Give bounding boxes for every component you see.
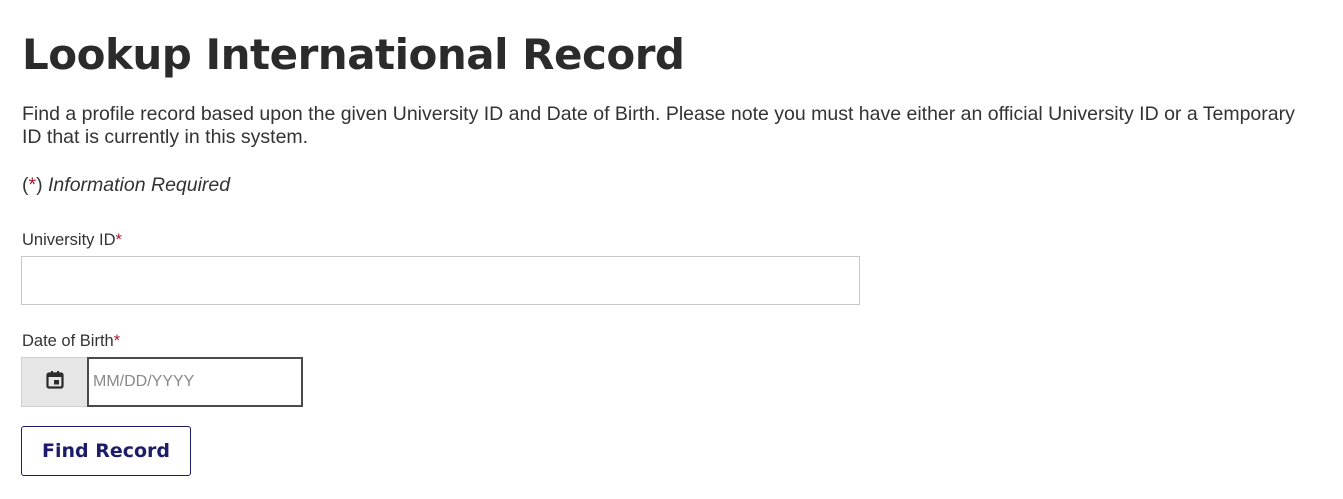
university-id-required-marker: * xyxy=(115,231,122,249)
university-id-input[interactable] xyxy=(21,256,860,305)
date-of-birth-required-marker: * xyxy=(113,332,121,350)
date-of-birth-input[interactable] xyxy=(87,357,303,407)
university-id-label-text: University ID xyxy=(22,231,116,249)
required-note-text: Information Required xyxy=(48,174,231,196)
required-note-close-paren: ) xyxy=(36,174,43,196)
required-asterisk: * xyxy=(28,174,37,196)
calendar-button[interactable] xyxy=(21,357,87,407)
date-of-birth-group xyxy=(21,357,303,407)
date-of-birth-label: Date of Birth* xyxy=(22,332,120,351)
find-record-button[interactable]: Find Record xyxy=(21,426,191,476)
page-title: Lookup International Record xyxy=(22,30,685,79)
lookup-page: Lookup International Record Find a profi… xyxy=(0,0,1343,499)
required-note: (*) Information Required xyxy=(22,174,230,197)
date-of-birth-label-text: Date of Birth xyxy=(22,332,114,350)
university-id-label: University ID* xyxy=(22,231,122,250)
calendar-icon xyxy=(45,370,65,395)
page-description: Find a profile record based upon the giv… xyxy=(22,103,1295,148)
